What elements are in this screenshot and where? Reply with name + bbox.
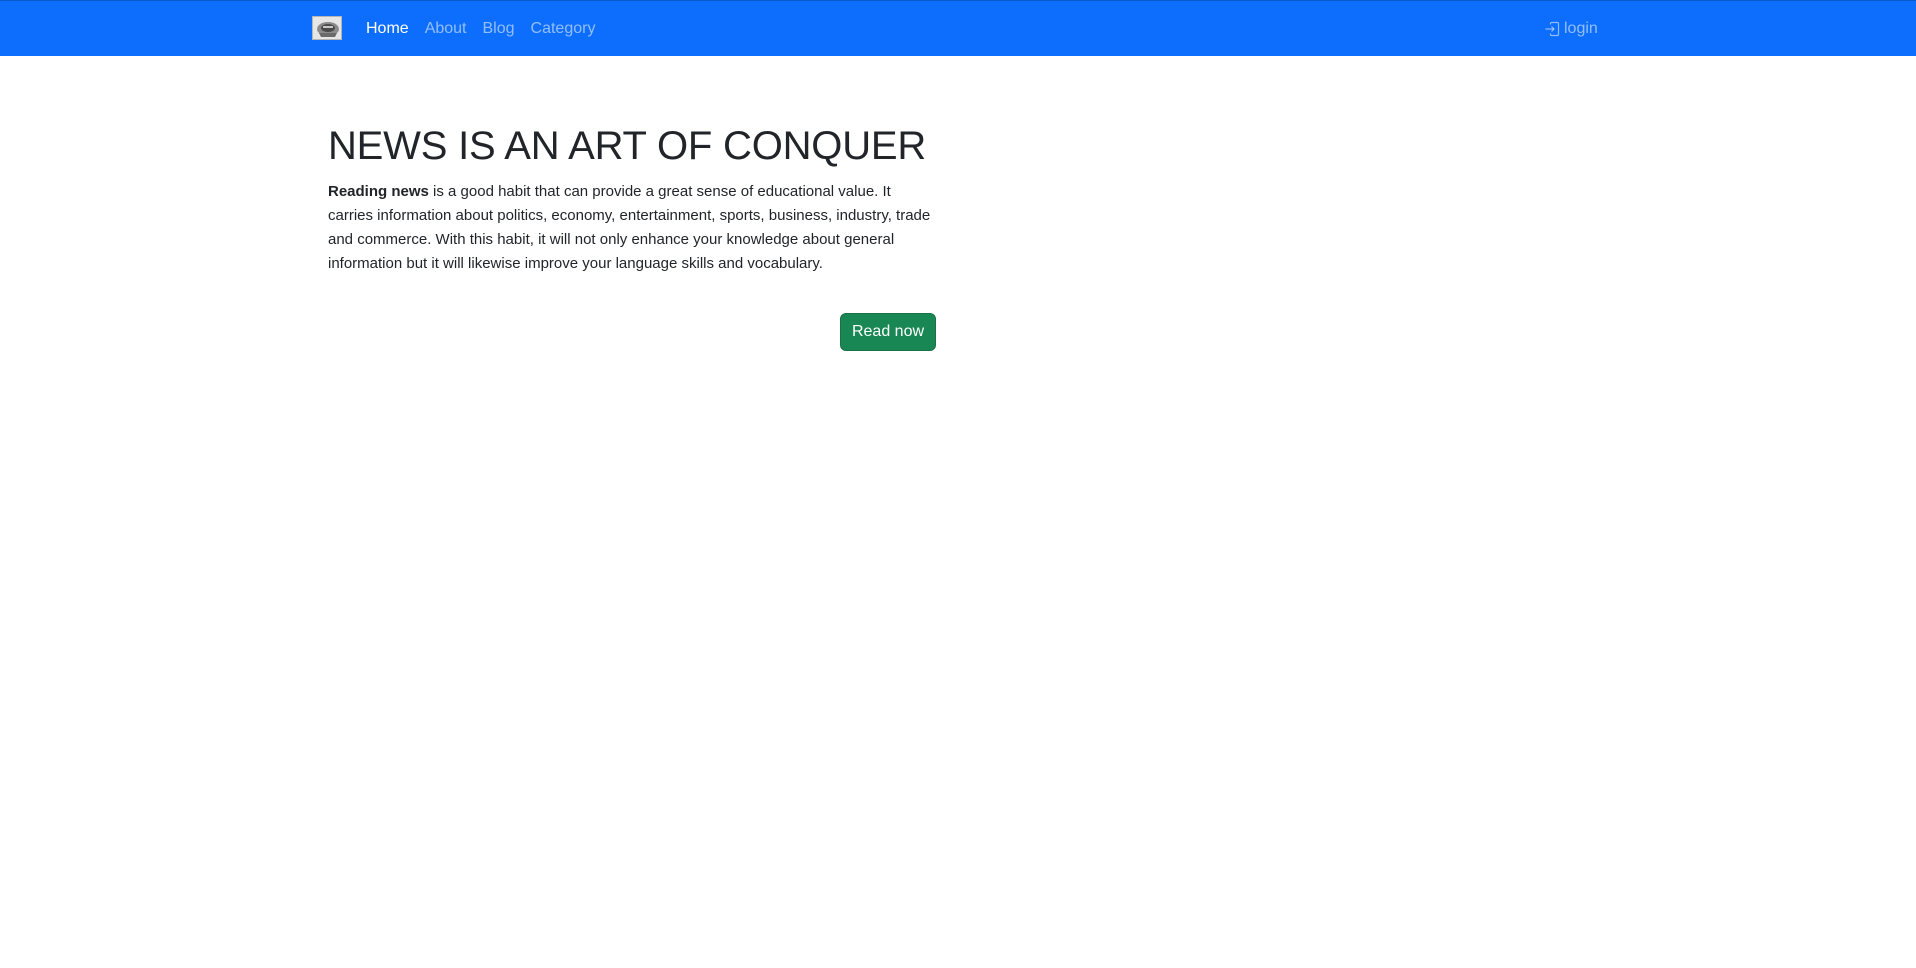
nav-link-about[interactable]: About [425, 20, 467, 37]
brand-logo[interactable] [312, 16, 342, 40]
nav-item-blog: Blog [483, 1, 531, 57]
login-link[interactable]: login [1544, 1, 1598, 57]
hero-lead-bold: Reading news [328, 183, 429, 200]
nav-item-home: Home [366, 1, 425, 57]
nav-links: Home About Blog Category [366, 1, 611, 57]
nav-item-about: About [425, 1, 483, 57]
hero-section: NEWS IS AN ART OF CONQUER Reading news i… [328, 118, 938, 276]
nav-link-category[interactable]: Category [531, 20, 596, 37]
hero-lead: Reading news is a good habit that can pr… [328, 180, 938, 276]
box-arrow-in-right-icon [1544, 21, 1560, 37]
nav-link-blog[interactable]: Blog [483, 20, 515, 37]
nav-link-home[interactable]: Home [366, 20, 409, 37]
read-now-button[interactable]: Read now [840, 313, 936, 351]
login-label: login [1564, 20, 1598, 37]
newspaper-logo-icon [313, 17, 341, 39]
nav-item-category: Category [531, 1, 612, 57]
hero-title: NEWS IS AN ART OF CONQUER [328, 124, 927, 168]
top-navbar: Home About Blog Category login [0, 0, 1916, 56]
